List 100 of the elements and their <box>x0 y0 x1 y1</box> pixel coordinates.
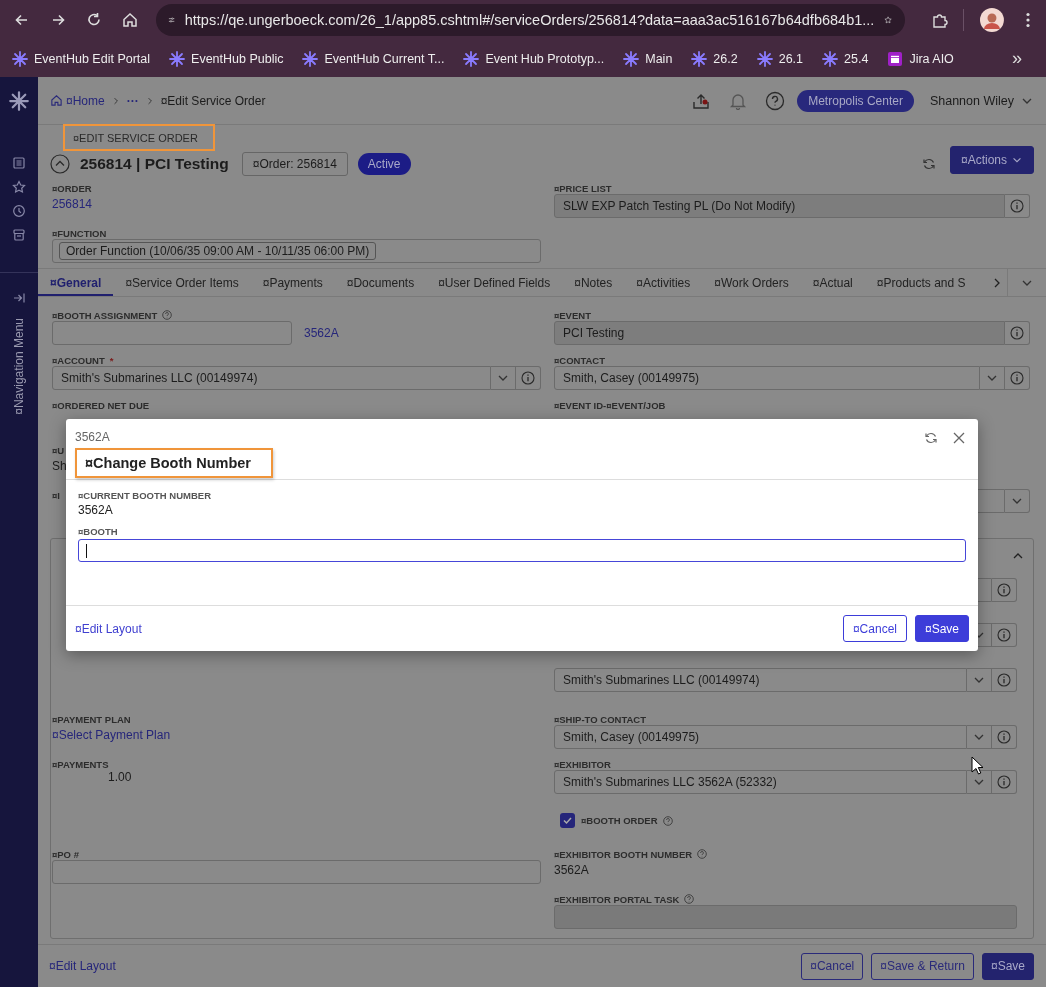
tab[interactable]: ¤Activities <box>624 269 703 296</box>
select-field[interactable]: Smith's Submarines LLC 3562A (52332) <box>554 770 967 794</box>
field-label: ¤ORDER <box>52 182 92 194</box>
save-button[interactable]: ¤Save <box>914 615 969 642</box>
refresh-icon[interactable] <box>924 431 938 445</box>
page-eyebrow: ¤EDIT SERVICE ORDER <box>73 131 198 144</box>
dropdown-button[interactable] <box>967 770 992 794</box>
pointer-icon <box>971 756 984 775</box>
help-icon[interactable] <box>765 90 786 111</box>
info-icon <box>997 628 1011 642</box>
value-link[interactable]: 256814 <box>52 197 93 211</box>
clock-icon[interactable] <box>12 204 26 218</box>
info-button[interactable] <box>992 770 1017 794</box>
info-button[interactable] <box>1005 366 1030 390</box>
bookmark[interactable]: EventHub Public <box>165 47 288 70</box>
info-button[interactable] <box>1005 194 1030 218</box>
asterisk-icon <box>12 50 28 67</box>
select-field[interactable]: Smith's Submarines LLC (00149974) <box>52 366 491 390</box>
bookmark[interactable]: Main <box>619 47 677 70</box>
asterisk-icon <box>302 50 319 67</box>
field-label: ¤PAYMENTS <box>52 758 109 770</box>
field-label: ¤EVENT <box>554 309 591 321</box>
field-label: ¤EVENT ID-¤EVENT/JOB <box>554 399 666 411</box>
venue-button[interactable]: Metropolis Center <box>797 89 914 112</box>
edit-layout-link[interactable]: ¤Edit Layout <box>49 956 116 976</box>
bookmark[interactable]: 25.4 <box>818 47 873 70</box>
field-label: ¤EXHIBITOR BOOTH NUMBER <box>554 848 693 860</box>
tab[interactable]: ¤Notes <box>562 269 625 296</box>
info-icon <box>1010 199 1024 213</box>
help-icon[interactable] <box>162 310 173 320</box>
logo-icon[interactable] <box>9 91 29 111</box>
tab[interactable]: ¤Documents <box>334 269 427 296</box>
dialog-title: ¤Change Booth Number <box>85 455 251 471</box>
tab[interactable]: ¤Payments <box>250 269 335 296</box>
tab[interactable]: ¤Service Order Items <box>113 269 251 296</box>
navigation-menu-label[interactable]: ¤Navigation Menu <box>12 318 26 415</box>
tab[interactable]: ¤User Defined Fields <box>426 269 563 296</box>
bookmark[interactable]: Event Hub Prototyp... <box>459 47 609 70</box>
home-icon[interactable] <box>50 94 63 107</box>
help-icon[interactable] <box>697 849 708 859</box>
avatar-icon[interactable] <box>980 8 1005 32</box>
star-icon[interactable] <box>12 180 26 194</box>
info-button[interactable] <box>992 578 1017 602</box>
archive-icon[interactable] <box>12 228 26 242</box>
checkbox[interactable] <box>560 813 575 828</box>
booth-input[interactable] <box>78 539 966 562</box>
field-label: ¤EXHIBITOR PORTAL TASK <box>554 893 680 905</box>
bookmarks-overflow-button[interactable]: » <box>1012 48 1022 69</box>
actions-button[interactable]: ¤Actions <box>949 145 1034 174</box>
order-chip: ¤Order: 256814 <box>241 151 348 176</box>
collapse-icon[interactable] <box>50 153 70 174</box>
list-icon[interactable] <box>12 156 26 170</box>
more-icon[interactable] <box>1026 12 1031 28</box>
bookmark[interactable]: EventHub Current T... <box>298 47 449 70</box>
select-field[interactable]: Smith's Submarines LLC (00149974) <box>554 668 967 692</box>
footer-button[interactable]: ¤Cancel <box>801 952 864 980</box>
info-button[interactable] <box>992 668 1017 692</box>
info-icon <box>997 673 1011 687</box>
puzzle-icon[interactable] <box>931 11 950 29</box>
user-name[interactable]: Shannon Wiley <box>929 93 1014 108</box>
cancel-button[interactable]: ¤Cancel <box>842 615 907 642</box>
bookmark[interactable]: 26.1 <box>752 47 808 70</box>
info-icon <box>521 371 535 385</box>
footer-button[interactable]: ¤Save & Return <box>871 952 974 980</box>
bookmark[interactable]: 26.2 <box>687 47 742 70</box>
edit-layout-link[interactable]: ¤Edit Layout <box>75 621 142 636</box>
refresh-icon[interactable] <box>921 156 936 171</box>
field-label: ¤PRICE LIST <box>554 182 612 194</box>
field-label: ¤I <box>52 489 60 501</box>
field-label: ¤SHIP-TO CONTACT <box>554 713 646 725</box>
help-icon[interactable] <box>684 894 695 904</box>
tab[interactable]: ¤Products and S <box>864 269 970 296</box>
help-icon[interactable] <box>662 815 673 826</box>
input-field[interactable] <box>52 860 541 884</box>
asterisk-icon <box>463 50 480 67</box>
expand-icon[interactable] <box>13 292 25 304</box>
address-bar[interactable]: https://qe.ungerboeck.com/26_1/app85.cshtml#/serviceOrders/256814?data=aaa3ac516167b64dfb684b1... <box>155 4 905 36</box>
info-button[interactable] <box>516 366 541 390</box>
breadcrumb-link[interactable]: ¤Home <box>66 93 105 108</box>
tab[interactable]: ¤General <box>38 269 114 296</box>
breadcrumb-more-button[interactable]: ··· <box>126 93 139 108</box>
booth-link[interactable]: 3562A <box>304 323 339 343</box>
function-chip[interactable]: Order Function (10/06/35 09:00 AM - 10/11/35 06:00 PM) <box>59 242 377 260</box>
info-button[interactable] <box>992 725 1017 749</box>
info-button[interactable] <box>1005 321 1030 345</box>
select-field[interactable]: Smith, Casey (00149975) <box>554 725 967 749</box>
select-field[interactable]: Smith, Casey (00149975) <box>554 366 980 390</box>
input-field[interactable] <box>52 321 292 345</box>
close-icon[interactable] <box>952 431 966 445</box>
value-link[interactable]: ¤Select Payment Plan <box>52 728 171 742</box>
tab[interactable]: ¤Actual <box>800 269 865 296</box>
bell-icon[interactable] <box>729 91 748 110</box>
asterisk-icon <box>756 50 773 67</box>
footer-button[interactable]: ¤Save <box>981 952 1034 980</box>
info-button[interactable] <box>992 623 1017 647</box>
bookmark[interactable]: EventHub Edit Portal <box>8 47 155 70</box>
function-field[interactable]: Order Function (10/06/35 09:00 AM - 10/11/35 06:00 PM) <box>52 239 541 263</box>
bookmark[interactable]: Jira AIO <box>883 47 958 70</box>
tab[interactable]: ¤Work Orders <box>702 269 801 296</box>
home-icon[interactable] <box>120 11 139 29</box>
